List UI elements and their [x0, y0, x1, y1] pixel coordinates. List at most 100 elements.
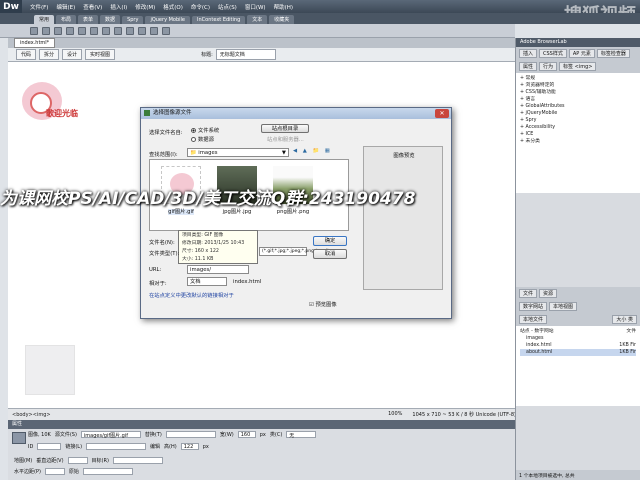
link-input[interactable] [86, 443, 147, 450]
insert-tab[interactable]: InContext Editing [192, 16, 246, 24]
tab-css-styles[interactable]: CSS样式 [539, 49, 567, 58]
menu-item[interactable]: 插入(I) [110, 3, 127, 11]
files-col-size[interactable]: 大小 类 [612, 315, 637, 324]
tree-item[interactable]: + 未分类 [520, 138, 636, 145]
menu-item[interactable]: 格式(O) [163, 3, 183, 11]
file-row[interactable]: 站点 - 数字网站 文件 [520, 328, 636, 335]
alt-label: 替换(T) [144, 432, 162, 438]
property-inspector-header[interactable]: 属性 [8, 420, 520, 429]
live-view-button[interactable]: 实时视图 [85, 49, 116, 60]
height-input[interactable]: 122 [180, 443, 199, 450]
files-col-local[interactable]: 本地文件 [519, 315, 548, 324]
zoom-select[interactable]: 100% [388, 411, 402, 418]
files-tree: 站点 - 数字网站 文件 images index.html 1KB Fir a… [516, 326, 640, 406]
tree-item[interactable]: + Spry [520, 117, 636, 124]
tree-item[interactable]: + 常规 [520, 75, 636, 82]
comment-icon[interactable] [126, 26, 134, 35]
nav-icons[interactable]: ◀ ▲ 📁 ▦ [293, 148, 332, 154]
date-icon[interactable] [114, 26, 122, 35]
tab-assets[interactable]: 资源 [539, 289, 558, 298]
tree-item[interactable]: + jQueryMobile [520, 110, 636, 117]
dialog-app-icon [144, 110, 150, 116]
width-input[interactable]: 160 [237, 431, 256, 438]
file-row[interactable]: about.html 1KB Fir [520, 349, 636, 356]
tag-selector[interactable]: <body><img> [12, 412, 51, 418]
url-label: URL: [149, 267, 162, 273]
head-icon[interactable] [138, 26, 146, 35]
menu-item[interactable]: 文件(F) [30, 3, 48, 11]
menu-item[interactable]: 帮助(H) [274, 3, 293, 11]
hyperlink-icon[interactable] [30, 26, 38, 35]
radio-data-source[interactable]: 数据源 [191, 135, 214, 143]
file-row[interactable]: images [520, 335, 636, 342]
width-label: 宽(W) [219, 432, 234, 438]
browserlab-panel-header[interactable]: Adobe BrowserLab [516, 38, 640, 47]
close-icon[interactable]: ✕ [435, 109, 449, 118]
tab-files[interactable]: 文件 [519, 289, 538, 298]
title-input[interactable]: 无标题文档 [215, 49, 276, 60]
split-view-button[interactable]: 拆分 [39, 49, 60, 60]
ok-button[interactable]: 确定 [313, 236, 347, 246]
view-select[interactable]: 本地视图 [549, 302, 578, 311]
file-type-select[interactable]: (*.gif;*.jpg;*.jpeg;*.png;*.psd) [259, 247, 329, 256]
cancel-button[interactable]: 取消 [313, 249, 347, 259]
id-input[interactable] [37, 443, 62, 450]
site-select[interactable]: 数字网站 [519, 302, 548, 311]
tree-item[interactable]: + 浏览器特定的 [520, 82, 636, 89]
tab-attributes[interactable]: 属性 [519, 62, 538, 71]
template-icon[interactable] [162, 26, 170, 35]
preview-checkbox[interactable]: ☑ 预览图像 [309, 300, 337, 308]
table-icon[interactable] [66, 26, 74, 35]
tree-item[interactable]: + GlobalAttributes [520, 103, 636, 110]
tree-item[interactable]: + 语言 [520, 96, 636, 103]
hspace-input[interactable] [44, 468, 65, 475]
insert-tab[interactable]: 布局 [56, 15, 77, 24]
document-tab[interactable]: index.html* [14, 38, 56, 48]
tree-item[interactable]: + ICE [520, 131, 636, 138]
target-select[interactable] [112, 457, 163, 464]
code-view-button[interactable]: 代码 [16, 49, 37, 60]
document-toolbar: 代码 拆分 设计 实时视图 标题: 无标题文档 [8, 48, 523, 62]
url-input[interactable]: images/ [187, 265, 249, 274]
media-icon[interactable] [102, 26, 110, 35]
tree-item[interactable]: + Accessibility [520, 124, 636, 131]
menu-item[interactable]: 命令(C) [191, 3, 210, 11]
tab-insert[interactable]: 插入 [519, 49, 538, 58]
tab-ap-elements[interactable]: AP 元素 [568, 49, 595, 58]
insert-tab[interactable]: 文本 [247, 15, 268, 24]
relative-to-select[interactable]: 文档 [187, 277, 227, 286]
insert-tab[interactable]: 表单 [78, 15, 99, 24]
image-icon[interactable] [90, 26, 98, 35]
default-link-text[interactable]: 在站点定义中更改默认的链接相对于 [149, 291, 234, 299]
insert-tab[interactable]: jQuery Mobile [145, 16, 191, 24]
email-link-icon[interactable] [42, 26, 50, 35]
design-view-button[interactable]: 设计 [62, 49, 83, 60]
site-root-button[interactable]: 站点根目录 [261, 124, 309, 133]
insert-tab[interactable]: 常用 [34, 15, 55, 24]
menu-item[interactable]: 窗口(W) [245, 3, 266, 11]
anchor-icon[interactable] [54, 26, 62, 35]
vspace-input[interactable] [67, 457, 88, 464]
insert-tab[interactable]: 收藏夹 [269, 15, 295, 24]
welcome-sticker-image[interactable]: 歌迎光临 [12, 78, 84, 140]
lowsrc-input[interactable] [82, 468, 133, 475]
radio-file-system[interactable]: 文件系统 [191, 126, 219, 134]
menu-item[interactable]: 站点(S) [218, 3, 237, 11]
file-row[interactable]: index.html 1KB Fir [520, 342, 636, 349]
class-select[interactable]: 无 [286, 431, 317, 439]
menu-item[interactable]: 修改(M) [135, 3, 155, 11]
tree-item[interactable]: + CSS/辅助功能 [520, 89, 636, 96]
menu-item[interactable]: 编辑(E) [56, 3, 75, 11]
script-icon[interactable] [150, 26, 158, 35]
tab-behaviors[interactable]: 行为 [539, 62, 558, 71]
target-label: 目标(R) [91, 458, 109, 464]
src-input[interactable]: images/gif图片.gif [80, 431, 141, 439]
tab-tag-inspector[interactable]: 标签检查器 [596, 49, 630, 58]
look-in-select[interactable]: 📁 images ▼ [187, 148, 289, 157]
tab-tag[interactable]: 标签 <img> [559, 62, 597, 71]
div-icon[interactable] [78, 26, 86, 35]
alt-input[interactable] [165, 431, 216, 438]
insert-tab[interactable]: 数据 [100, 15, 121, 24]
insert-tab[interactable]: Spry [122, 16, 144, 24]
menu-item[interactable]: 查看(V) [83, 3, 102, 11]
